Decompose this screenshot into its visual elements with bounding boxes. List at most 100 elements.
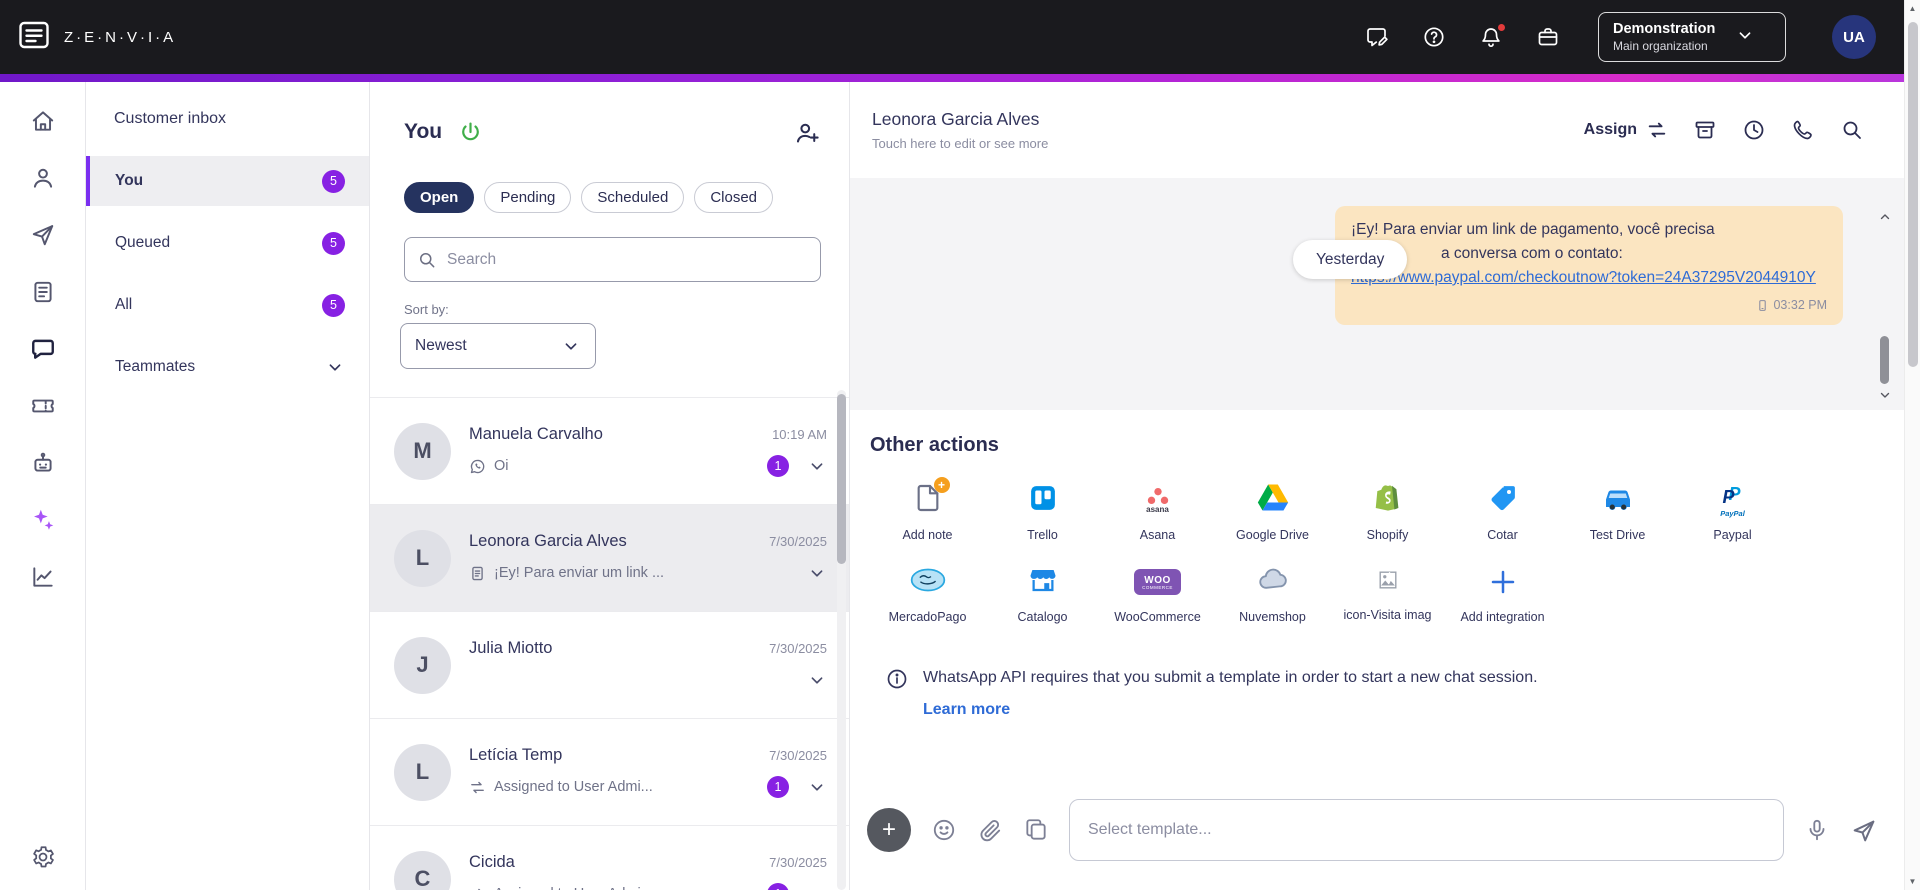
- chevron-down-icon[interactable]: [807, 884, 827, 890]
- message-time: 03:32 PM: [1773, 298, 1827, 313]
- add-action-button[interactable]: +: [867, 808, 911, 852]
- action-trello[interactable]: Trello: [985, 477, 1100, 543]
- template-icon[interactable]: [1023, 817, 1049, 843]
- filter-chip-closed[interactable]: Closed: [694, 182, 774, 213]
- content-doc-icon[interactable]: [30, 279, 56, 305]
- action-google-drive[interactable]: Google Drive: [1215, 477, 1330, 543]
- briefcase-icon[interactable]: [1536, 25, 1560, 49]
- avatar: J: [394, 636, 451, 694]
- action-shopify[interactable]: Shopify: [1330, 477, 1445, 543]
- chevron-down-icon: [1735, 25, 1755, 50]
- date-separator-pill: Yesterday: [1293, 240, 1408, 279]
- filter-chip-open[interactable]: Open: [404, 182, 475, 213]
- conversation-row[interactable]: L Letícia Temp 7/30/2025 Assigned to Use…: [370, 718, 849, 825]
- action-catalogo[interactable]: Catalogo: [985, 559, 1100, 625]
- conversation-row-selected[interactable]: L Leonora Garcia Alves 7/30/2025 ¡Ey! Pa…: [370, 504, 849, 611]
- chats-icon[interactable]: [30, 336, 56, 362]
- conversation-row[interactable]: J Julia Miotto 7/30/2025: [370, 611, 849, 718]
- action-test-drive[interactable]: Test Drive: [1560, 477, 1675, 543]
- car-icon: [1600, 480, 1636, 521]
- avatar: C: [394, 850, 451, 890]
- woocommerce-icon: WOO COMMERCE: [1134, 569, 1181, 596]
- scroll-down-icon[interactable]: ▼: [1905, 877, 1920, 886]
- search-input[interactable]: [447, 250, 808, 269]
- action-nuvemshop[interactable]: Nuvemshop: [1215, 559, 1330, 625]
- add-contact-icon[interactable]: [794, 119, 821, 146]
- bot-icon[interactable]: [30, 450, 56, 476]
- action-asana[interactable]: asana Asana: [1100, 477, 1215, 543]
- attachment-paperclip-icon[interactable]: [977, 817, 1003, 843]
- help-icon[interactable]: [1422, 25, 1446, 49]
- history-clock-icon[interactable]: [1742, 118, 1766, 142]
- user-avatar[interactable]: UA: [1832, 15, 1876, 59]
- unread-badge: 1: [767, 776, 789, 798]
- action-broken-image[interactable]: icon-Visita imag: [1330, 559, 1445, 625]
- sidebar-item-teammates[interactable]: Teammates: [86, 342, 369, 392]
- phone-icon[interactable]: [1791, 118, 1815, 142]
- banner-text: WhatsApp API requires that you submit a …: [923, 668, 1538, 686]
- message-text-line1: ¡Ey! Para enviar um link de pagamento, v…: [1351, 221, 1715, 238]
- payment-link[interactable]: https://www.paypal.com/checkoutnow?token…: [1351, 269, 1816, 286]
- unread-badge: 1: [767, 883, 789, 890]
- filter-chip-scheduled[interactable]: Scheduled: [581, 182, 685, 213]
- sort-select[interactable]: Newest: [400, 323, 596, 369]
- send-icon[interactable]: [1850, 817, 1876, 843]
- conversation-row[interactable]: M Manuela Carvalho 10:19 AM Oi 1: [370, 397, 849, 504]
- sidebar-item-queued[interactable]: Queued 5: [86, 218, 369, 268]
- zenvia-logo-icon: [16, 17, 52, 58]
- search-icon[interactable]: [1840, 118, 1864, 142]
- scroll-up-icon[interactable]: [1878, 210, 1892, 224]
- chat-contact-subtitle[interactable]: Touch here to edit or see more: [872, 136, 1048, 151]
- conversation-row[interactable]: C Cicida 7/30/2025 Assigned to User Admi…: [370, 825, 849, 890]
- action-label: Add note: [902, 528, 953, 542]
- compose-chat-icon[interactable]: [1365, 25, 1389, 49]
- whatsapp-icon: [469, 458, 486, 475]
- action-cotar[interactable]: Cotar: [1445, 477, 1560, 543]
- action-add-integration[interactable]: Add integration: [1445, 559, 1560, 625]
- action-mercadopago[interactable]: MercadoPago: [870, 559, 985, 625]
- chat-panel: Leonora Garcia Alves Touch here to edit …: [850, 82, 1920, 890]
- template-select-input[interactable]: [1069, 799, 1784, 861]
- actions-row-2: MercadoPago Catalogo WOO COMMERCE WooCom…: [870, 559, 1920, 625]
- brand: Z·E·N·V·I·A: [16, 17, 176, 58]
- analytics-icon[interactable]: [30, 564, 56, 590]
- storefront-icon: [1028, 565, 1058, 600]
- sidebar-item-all[interactable]: All 5: [86, 280, 369, 330]
- cloud-icon: [1256, 563, 1290, 602]
- action-label: icon-Visita imag: [1343, 608, 1432, 623]
- sidebar-item-you[interactable]: You 5: [86, 156, 369, 206]
- microphone-icon[interactable]: [1804, 817, 1830, 843]
- paypal-icon: PP: [1722, 483, 1741, 507]
- filter-chip-pending[interactable]: Pending: [484, 182, 572, 213]
- broadcast-send-icon[interactable]: [30, 222, 56, 248]
- plus-icon: [1488, 567, 1518, 597]
- action-add-note[interactable]: + Add note: [870, 477, 985, 543]
- tickets-icon[interactable]: [30, 393, 56, 419]
- home-icon[interactable]: [30, 108, 56, 134]
- chevron-down-icon[interactable]: [807, 670, 827, 690]
- action-woocommerce[interactable]: WOO COMMERCE WooCommerce: [1100, 559, 1215, 625]
- settings-gear-icon[interactable]: [30, 844, 56, 870]
- archive-icon[interactable]: [1693, 118, 1717, 142]
- list-scrollbar-thumb[interactable]: [837, 394, 846, 564]
- window-scrollbar-thumb[interactable]: [1908, 22, 1918, 367]
- chevron-down-icon[interactable]: [807, 563, 827, 583]
- conversation-items: M Manuela Carvalho 10:19 AM Oi 1 L Leono…: [370, 397, 849, 890]
- organization-selector[interactable]: Demonstration Main organization: [1598, 12, 1786, 62]
- chevron-down-icon[interactable]: [807, 777, 827, 797]
- ai-sparkles-icon[interactable]: [30, 507, 56, 533]
- chat-scrollbar-thumb[interactable]: [1880, 336, 1889, 384]
- learn-more-link[interactable]: Learn more: [923, 701, 1538, 719]
- window-scrollbar: ▲ ▼: [1904, 0, 1920, 890]
- chevron-down-icon[interactable]: [807, 456, 827, 476]
- action-paypal[interactable]: PP PayPal Paypal: [1675, 477, 1790, 543]
- scroll-down-icon[interactable]: [1878, 388, 1892, 402]
- notifications-bell-icon[interactable]: [1479, 22, 1507, 49]
- assign-button[interactable]: Assign: [1584, 119, 1668, 141]
- emoji-icon[interactable]: [931, 817, 957, 843]
- contacts-icon[interactable]: [30, 165, 56, 191]
- availability-power-icon[interactable]: [458, 120, 483, 145]
- scroll-up-icon[interactable]: ▲: [1905, 4, 1920, 13]
- action-label: Nuvemshop: [1239, 610, 1306, 625]
- action-label: Cotar: [1487, 528, 1518, 542]
